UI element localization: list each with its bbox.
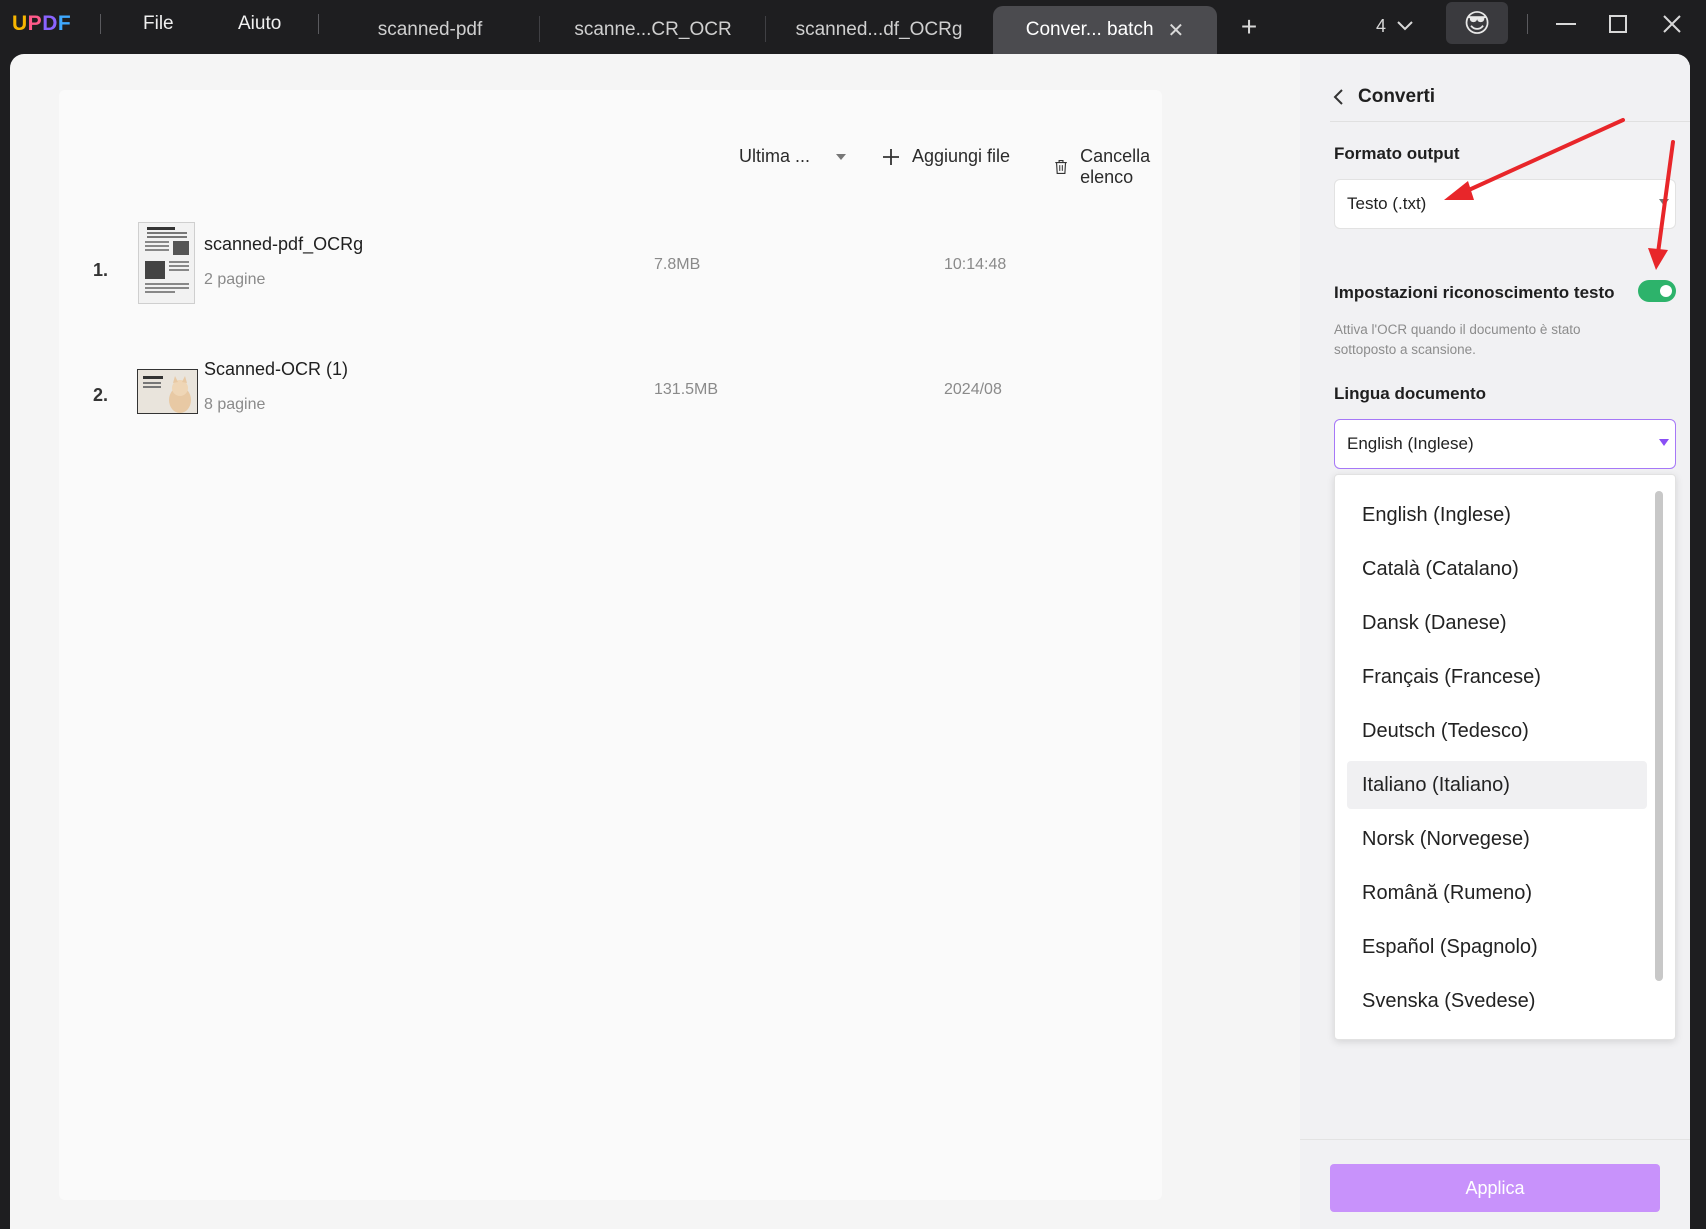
language-option-romanian[interactable]: Română (Rumeno) [1347, 869, 1647, 917]
caret-down-icon [1659, 439, 1669, 446]
title-separator [1527, 14, 1528, 34]
minimize-icon [1556, 23, 1576, 25]
menu-help[interactable]: Aiuto [238, 13, 281, 35]
output-format-select[interactable]: Testo (.txt) [1334, 179, 1676, 229]
tab-count-dropdown[interactable]: 4 [1376, 12, 1414, 40]
maximize-button[interactable] [1606, 12, 1630, 36]
plus-icon [883, 148, 899, 165]
document-language-select[interactable]: English (Inglese) [1334, 419, 1676, 469]
convert-batch-window: Ultima ... Aggiungi file Cancella elenco… [10, 54, 1690, 1229]
convert-settings-panel: Converti Formato output Testo (.txt) Imp… [1300, 54, 1690, 1229]
file-pages: 2 pagine [204, 271, 266, 288]
output-format-value: Testo (.txt) [1347, 194, 1427, 213]
document-preview-icon [139, 223, 194, 303]
panel-title: Converti [1358, 85, 1436, 107]
add-files-button[interactable]: Aggiungi file [882, 146, 1010, 167]
minimize-button[interactable] [1553, 10, 1579, 36]
sunglasses-emoji-icon: 😎 [1463, 7, 1491, 38]
language-option-english[interactable]: English (Inglese) [1347, 491, 1647, 539]
language-option-norwegian[interactable]: Norsk (Norvegese) [1347, 815, 1647, 863]
tab-label: scanne...CR_OCR [574, 19, 732, 40]
language-option-french[interactable]: Français (Francese) [1347, 653, 1647, 701]
file-thumbnail [138, 222, 195, 304]
tab-scanned-pdf[interactable]: scanned-pdf [322, 6, 538, 54]
file-row[interactable]: 2. Scanned-OCR (1) 8 pagine 131.5MB 2024… [59, 345, 1162, 441]
file-time: 10:14:48 [944, 256, 1007, 273]
language-option-swedish[interactable]: Svenska (Svedese) [1347, 977, 1647, 1025]
menu-file[interactable]: File [143, 13, 174, 35]
title-separator [318, 14, 319, 34]
apply-button[interactable]: Applica [1330, 1164, 1660, 1212]
footer-divider [1300, 1139, 1690, 1140]
caret-down-icon [836, 153, 847, 160]
document-language-value: English (Inglese) [1347, 434, 1474, 453]
file-size: 7.8MB [654, 256, 701, 273]
tab-label: Conver... batch [1025, 19, 1154, 40]
output-format-label: Formato output [1334, 144, 1460, 163]
updf-logo[interactable]: UPDF [12, 12, 71, 36]
panel-header: Converti [1330, 72, 1690, 122]
ocr-toggle[interactable] [1638, 280, 1676, 302]
file-time: 2024/08 [944, 381, 1002, 398]
language-option-danish[interactable]: Dansk (Danese) [1347, 599, 1647, 647]
maximize-icon [1609, 15, 1627, 33]
file-thumbnail [137, 369, 198, 414]
file-size: 131.5MB [654, 381, 719, 398]
file-row[interactable]: 1. scanned-pdf_OCRg 2 pagine 7.8MB 10:14… [59, 220, 1162, 316]
tab-scanned-cr-ocr[interactable]: scanne...CR_OCR [540, 6, 766, 54]
document-language-label: Lingua documento [1334, 384, 1487, 403]
tab-scanned-df-ocrg[interactable]: scanned...df_OCRg [766, 6, 992, 54]
chevron-down-icon [1397, 21, 1413, 31]
close-icon [1663, 15, 1681, 33]
file-list-panel: Ultima ... Aggiungi file Cancella elenco… [59, 90, 1162, 1200]
add-files-label: Aggiungi file [912, 146, 1011, 166]
ocr-settings-label: Impostazioni riconoscimento testo [1334, 283, 1615, 302]
language-option-italian[interactable]: Italiano (Italiano) [1347, 761, 1647, 809]
language-option-catalan[interactable]: Català (Catalano) [1347, 545, 1647, 593]
language-option-german[interactable]: Deutsch (Tedesco) [1347, 707, 1647, 755]
caret-down-icon [1659, 199, 1669, 206]
user-avatar-button[interactable]: 😎 [1446, 2, 1508, 44]
title-separator [100, 14, 101, 34]
tab-convert-batch[interactable]: Conver... batch ✕ [993, 6, 1217, 54]
row-number: 1. [93, 260, 109, 280]
ocr-hint: Attiva l'OCR quando il documento è stato… [1334, 322, 1581, 357]
language-dropdown-list: English (Inglese) Català (Catalano) Dans… [1334, 474, 1676, 1040]
tab-count: 4 [1376, 15, 1387, 36]
trash-icon [1055, 160, 1067, 174]
back-chevron-icon[interactable] [1332, 88, 1344, 106]
file-pages: 8 pagine [204, 396, 266, 413]
close-window-button[interactable] [1659, 11, 1685, 37]
new-tab-button[interactable]: + [1234, 10, 1264, 44]
dropdown-scrollbar[interactable] [1655, 491, 1663, 981]
clear-list-label: Cancella elenco [1080, 146, 1151, 187]
file-name: scanned-pdf_OCRg [204, 234, 364, 254]
sort-label: Ultima ... [739, 146, 811, 166]
row-number: 2. [93, 385, 109, 405]
file-name: Scanned-OCR (1) [204, 359, 349, 379]
sort-dropdown[interactable]: Ultima ... [739, 146, 848, 167]
language-option-spanish[interactable]: Español (Spagnolo) [1347, 923, 1647, 971]
tab-label: scanned...df_OCRg [795, 19, 963, 40]
close-tab-icon[interactable]: ✕ [1168, 18, 1185, 43]
title-bar: UPDF File Aiuto scanned-pdf scanne...CR_… [0, 0, 1706, 54]
tab-label: scanned-pdf [377, 19, 483, 40]
cat-image-preview-icon [138, 370, 197, 413]
clear-list-button[interactable]: Cancella elenco [1054, 146, 1162, 188]
